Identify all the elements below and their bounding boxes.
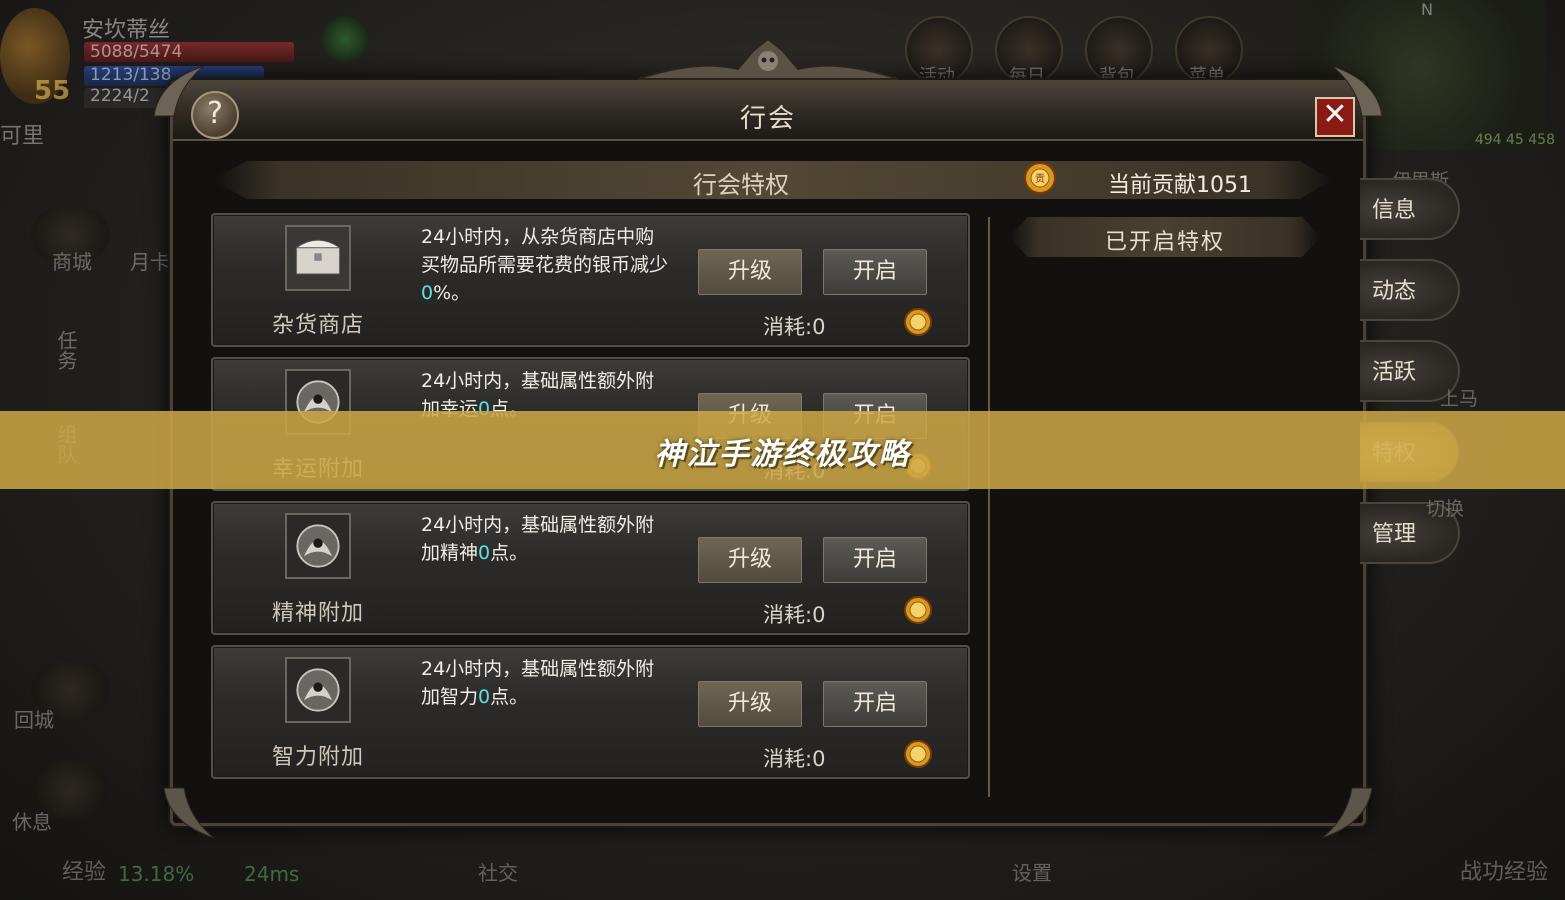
cost-text: 消耗:0 xyxy=(763,747,826,771)
xp-text: 2224/2 xyxy=(90,86,150,106)
title-overlay-band: 神泣手游终极攻略 xyxy=(0,411,1565,489)
exp-label: 经验 xyxy=(62,860,107,885)
description-text: 24小时内，从杂货商店中购买物品所需要花费的银币减少 xyxy=(421,226,669,276)
shop-label: 商城 xyxy=(52,250,92,274)
privilege-name: 杂货商店 xyxy=(271,313,364,338)
contribution-medal-icon xyxy=(904,596,932,624)
privilege-list[interactable]: 杂货商店 24小时内，从杂货商店中购买物品所需要花费的银币减少0%。 升级 开启 消耗:… xyxy=(211,213,971,798)
quest-tab[interactable]: 任务 xyxy=(52,330,81,370)
battle-exp-label: 战功经验 xyxy=(1460,860,1549,885)
description-value: 0 xyxy=(478,542,491,564)
contribution-medal-icon: 贡 xyxy=(1024,162,1056,194)
rest-label: 休息 xyxy=(12,810,52,834)
privilege-banner: 行会特权 贡 当前贡献1051 xyxy=(213,161,1333,199)
corner-ornament-icon xyxy=(153,65,205,117)
open-button[interactable]: 开启 xyxy=(823,681,927,727)
ping-text: 24ms xyxy=(244,862,300,886)
contribution-medal-icon xyxy=(904,740,932,768)
open-button[interactable]: 开启 xyxy=(823,249,927,295)
upgrade-button[interactable]: 升级 xyxy=(698,537,802,583)
privilege-description: 24小时内，基础属性额外附加智力0点。 xyxy=(421,655,671,711)
social-label[interactable]: 社交 xyxy=(478,857,518,886)
overlay-title: 神泣手游终极攻略 xyxy=(654,437,911,472)
settings-label[interactable]: 设置 xyxy=(1012,857,1052,886)
title-bar: ? 行会 ✕ xyxy=(173,83,1363,141)
privilege-card: 杂货商店 24小时内，从杂货商店中购买物品所需要花费的银币减少 0%。 升级 开启消耗:… xyxy=(211,213,970,347)
open-button[interactable]: 开启 xyxy=(823,537,927,583)
compass-north: N xyxy=(1421,0,1433,19)
switch-label[interactable]: 切换 xyxy=(1426,494,1464,521)
side-tab[interactable]: 信息 xyxy=(1360,178,1460,240)
description-value: 0 xyxy=(421,282,434,304)
description-text: 24小时内，基础属性额外附加精神 xyxy=(421,514,655,564)
contribution-medal-icon xyxy=(904,308,932,336)
map-hint: 可里 xyxy=(0,124,45,149)
mount-label[interactable]: 上马 xyxy=(1440,384,1478,411)
description-suffix: 点。 xyxy=(490,542,529,564)
window-title: 行会 xyxy=(739,104,796,134)
svg-text:贡: 贡 xyxy=(1035,173,1045,185)
side-tab[interactable]: 动态 xyxy=(1360,259,1460,321)
description-suffix: %。 xyxy=(433,282,471,304)
description-value: 0 xyxy=(478,686,491,708)
privilege-card: 智力附加 24小时内，基础属性额外附加智力0点。 升级 开启 消耗:0 xyxy=(211,645,970,779)
privilege-banner-title: 行会特权 xyxy=(693,171,789,199)
chest-icon xyxy=(285,225,351,291)
corner-ornament-icon xyxy=(1321,787,1373,839)
description-text: 24小时内，基础属性额外附加智力 xyxy=(421,658,655,708)
corner-ornament-icon xyxy=(163,787,215,839)
monthcard-label[interactable]: 月卡 xyxy=(130,246,170,275)
opened-privileges-header: 已开启特权 xyxy=(1009,217,1321,257)
skull-crest-icon xyxy=(638,39,898,80)
privilege-name: 智力附加 xyxy=(271,745,364,770)
privilege-description: 24小时内，基础属性额外附加精神0点。 xyxy=(421,511,671,567)
cost-text: 消耗:0 xyxy=(763,603,826,627)
minimap-coords: 494 45 458 xyxy=(1474,132,1555,148)
corner-ornament-icon xyxy=(1331,65,1383,117)
return-city-label: 回城 xyxy=(14,708,54,732)
intellect-rune-icon xyxy=(285,657,351,723)
description-suffix: 点。 xyxy=(490,686,529,708)
player-level: 55 xyxy=(34,76,71,106)
privilege-name: 精神附加 xyxy=(271,601,364,626)
buff-orb-icon xyxy=(322,16,368,62)
upgrade-button[interactable]: 升级 xyxy=(698,249,802,295)
panel-divider xyxy=(988,217,990,797)
hp-text: 5088/5474 xyxy=(90,42,183,62)
privilege-card: 精神附加 24小时内，基础属性额外附加精神0点。 升级 开启 消耗:0 xyxy=(211,501,970,635)
opened-privileges-title: 已开启特权 xyxy=(1104,230,1225,255)
player-name: 安坎蒂丝 xyxy=(82,18,171,43)
privilege-description: 24小时内，从杂货商店中购买物品所需要花费的银币减少 0%。 xyxy=(421,223,671,307)
spirit-rune-icon xyxy=(285,513,351,579)
cost-text: 消耗:0 xyxy=(763,315,826,339)
upgrade-button[interactable]: 升级 xyxy=(698,681,802,727)
exp-percent: 13.18% xyxy=(118,862,195,886)
contribution-value: 当前贡献1051 xyxy=(1108,173,1252,198)
